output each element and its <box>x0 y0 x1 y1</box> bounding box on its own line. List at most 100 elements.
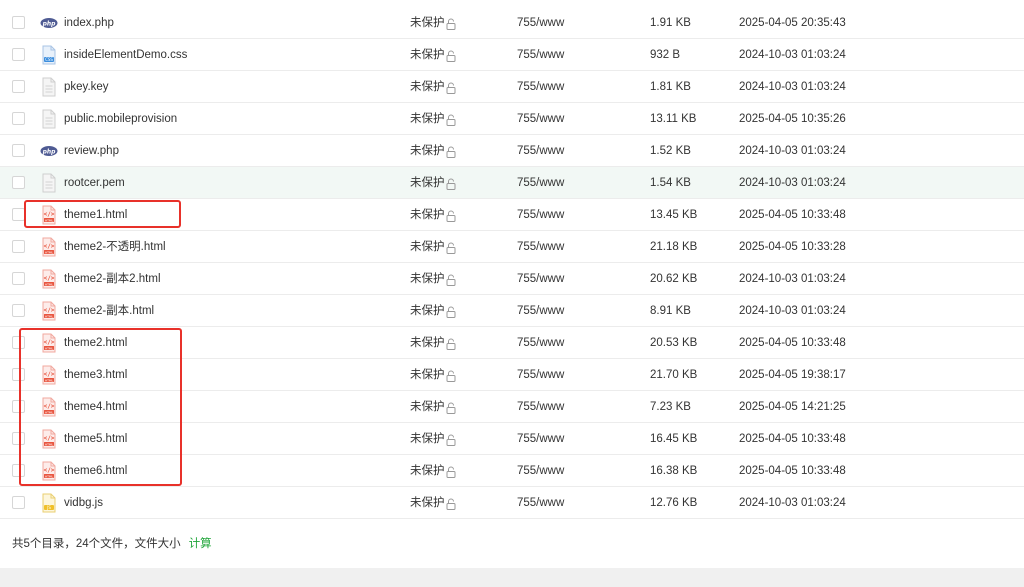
protection-status[interactable]: 未保护 <box>410 487 445 519</box>
permission-owner[interactable]: 755/www <box>517 263 564 295</box>
svg-text:</>: </> <box>44 339 55 346</box>
unlock-icon[interactable] <box>446 146 456 158</box>
file-name-link[interactable]: theme5.html <box>64 423 127 455</box>
file-name-link[interactable]: public.mobileprovision <box>64 103 177 135</box>
file-name-link[interactable]: theme2-副本.html <box>64 295 154 327</box>
permission-owner[interactable]: 755/www <box>517 135 564 167</box>
file-row[interactable]: php review.php 未保护 755/www 1.52 KB 2024-10-03… <box>0 135 1024 167</box>
unlock-icon[interactable] <box>446 306 456 318</box>
protection-status[interactable]: 未保护 <box>410 71 445 103</box>
file-name-link[interactable]: theme6.html <box>64 455 127 487</box>
protection-status[interactable]: 未保护 <box>410 391 445 423</box>
file-row[interactable]: </> HTML theme4.html 未保护 755/www 7.23 KB 2025-… <box>0 391 1024 423</box>
file-row[interactable]: public.mobileprovision 未保护 755/www 13.11 KB… <box>0 103 1024 135</box>
file-row[interactable]: </> HTML theme5.html 未保护 755/www 16.45 KB 2025… <box>0 423 1024 455</box>
file-name-link[interactable]: vidbg.js <box>64 487 103 519</box>
row-checkbox[interactable] <box>12 80 25 93</box>
permission-owner[interactable]: 755/www <box>517 167 564 199</box>
file-row[interactable]: JS vidbg.js 未保护 755/www 12.76 KB 2024-10-03 0… <box>0 487 1024 519</box>
svg-text:HTML: HTML <box>45 314 54 318</box>
calculate-size-link[interactable]: 计算 <box>189 538 212 550</box>
file-name-link[interactable]: theme2-不透明.html <box>64 231 166 263</box>
protection-status[interactable]: 未保护 <box>410 7 445 39</box>
unlock-icon[interactable] <box>446 242 456 254</box>
row-checkbox[interactable] <box>12 496 25 509</box>
row-checkbox[interactable] <box>12 176 25 189</box>
protection-status[interactable]: 未保护 <box>410 103 445 135</box>
permission-owner[interactable]: 755/www <box>517 295 564 327</box>
file-row[interactable]: </> HTML theme3.html 未保护 755/www 21.70 KB 2025… <box>0 359 1024 391</box>
file-row[interactable]: pkey.key 未保护 755/www 1.81 KB 2024-10-03 01:0… <box>0 71 1024 103</box>
permission-owner[interactable]: 755/www <box>517 391 564 423</box>
row-checkbox[interactable] <box>12 144 25 157</box>
permission-owner[interactable]: 755/www <box>517 359 564 391</box>
file-name-link[interactable]: theme2-副本2.html <box>64 263 161 295</box>
unlock-icon[interactable] <box>446 466 456 478</box>
protection-status[interactable]: 未保护 <box>410 327 445 359</box>
file-name-link[interactable]: theme2.html <box>64 327 127 359</box>
file-row[interactable]: </> HTML theme2-不透明.html 未保护 755/www 21.18 KB… <box>0 231 1024 263</box>
unlock-icon[interactable] <box>446 402 456 414</box>
permission-owner[interactable]: 755/www <box>517 423 564 455</box>
row-checkbox[interactable] <box>12 400 25 413</box>
permission-owner[interactable]: 755/www <box>517 71 564 103</box>
permission-owner[interactable]: 755/www <box>517 103 564 135</box>
file-name-link[interactable]: pkey.key <box>64 71 109 103</box>
file-row[interactable]: </> HTML theme2-副本.html 未保护 755/www 8.91 KB 20… <box>0 295 1024 327</box>
file-name-link[interactable]: theme1.html <box>64 199 127 231</box>
unlock-icon[interactable] <box>446 82 456 94</box>
file-row[interactable]: php index.php 未保护 755/www 1.91 KB 2025-04-05 … <box>0 7 1024 39</box>
protection-status[interactable]: 未保护 <box>410 295 445 327</box>
unlock-icon[interactable] <box>446 50 456 62</box>
unlock-icon[interactable] <box>446 210 456 222</box>
protection-status[interactable]: 未保护 <box>410 199 445 231</box>
unlock-icon[interactable] <box>446 498 456 510</box>
row-checkbox[interactable] <box>12 48 25 61</box>
file-row[interactable]: </> HTML theme1.html 未保护 755/www 13.45 KB 2025… <box>0 199 1024 231</box>
protection-status[interactable]: 未保护 <box>410 39 445 71</box>
permission-owner[interactable]: 755/www <box>517 327 564 359</box>
row-checkbox[interactable] <box>12 112 25 125</box>
unlock-icon[interactable] <box>446 114 456 126</box>
file-row[interactable]: rootcer.pem 未保护 755/www 1.54 KB 2024-10-03 0… <box>0 167 1024 199</box>
row-checkbox[interactable] <box>12 336 25 349</box>
protection-status[interactable]: 未保护 <box>410 263 445 295</box>
permission-owner[interactable]: 755/www <box>517 39 564 71</box>
file-row[interactable]: </> HTML theme2.html 未保护 755/www 20.53 KB 2025… <box>0 327 1024 359</box>
protection-status[interactable]: 未保护 <box>410 455 445 487</box>
file-row[interactable]: </> HTML theme2-副本2.html 未保护 755/www 20.62 KB… <box>0 263 1024 295</box>
unlock-icon[interactable] <box>446 338 456 350</box>
file-name-link[interactable]: index.php <box>64 7 114 39</box>
permission-owner[interactable]: 755/www <box>517 455 564 487</box>
permission-owner[interactable]: 755/www <box>517 231 564 263</box>
unlock-icon[interactable] <box>446 274 456 286</box>
row-checkbox[interactable] <box>12 240 25 253</box>
unlock-icon[interactable] <box>446 178 456 190</box>
protection-status[interactable]: 未保护 <box>410 423 445 455</box>
permission-owner[interactable]: 755/www <box>517 199 564 231</box>
row-checkbox[interactable] <box>12 464 25 477</box>
unlock-icon[interactable] <box>446 370 456 382</box>
permission-owner[interactable]: 755/www <box>517 7 564 39</box>
file-row[interactable]: </> HTML theme6.html 未保护 755/www 16.38 KB 2025… <box>0 455 1024 487</box>
protection-status[interactable]: 未保护 <box>410 135 445 167</box>
unlock-icon[interactable] <box>446 18 456 30</box>
row-checkbox[interactable] <box>12 432 25 445</box>
protection-status[interactable]: 未保护 <box>410 359 445 391</box>
protection-status[interactable]: 未保护 <box>410 167 445 199</box>
file-name-link[interactable]: rootcer.pem <box>64 167 125 199</box>
file-name-link[interactable]: review.php <box>64 135 119 167</box>
protection-status[interactable]: 未保护 <box>410 231 445 263</box>
row-checkbox[interactable] <box>12 16 25 29</box>
file-name-link[interactable]: theme4.html <box>64 391 127 423</box>
file-row[interactable]: CSS insideElementDemo.css 未保护 755/www 932 B 2… <box>0 39 1024 71</box>
file-icon <box>40 109 58 129</box>
permission-owner[interactable]: 755/www <box>517 487 564 519</box>
file-name-link[interactable]: theme3.html <box>64 359 127 391</box>
row-checkbox[interactable] <box>12 304 25 317</box>
row-checkbox[interactable] <box>12 272 25 285</box>
row-checkbox[interactable] <box>12 368 25 381</box>
file-name-link[interactable]: insideElementDemo.css <box>64 39 187 71</box>
row-checkbox[interactable] <box>12 208 25 221</box>
unlock-icon[interactable] <box>446 434 456 446</box>
